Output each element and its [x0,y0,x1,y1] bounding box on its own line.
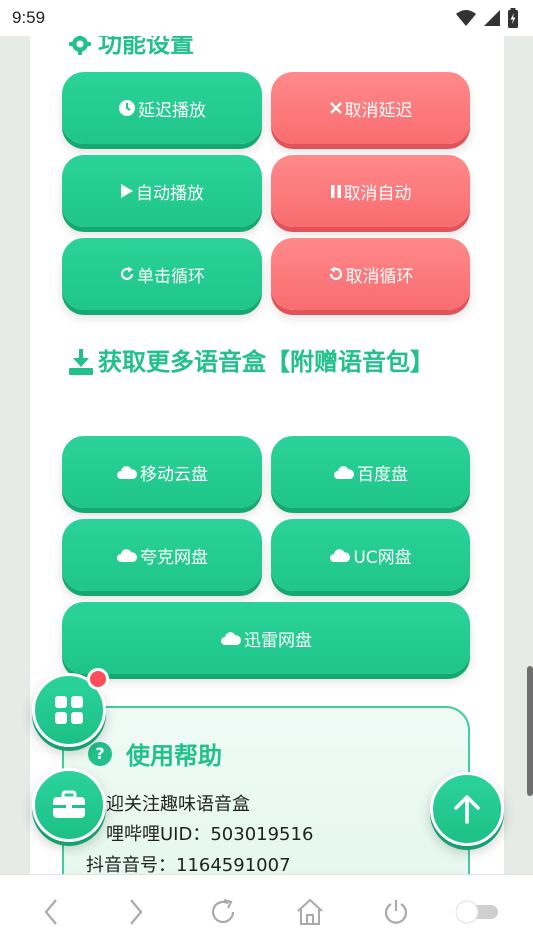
toggle-switch[interactable] [452,895,502,929]
auto-play-button[interactable]: 自动播放 [62,155,262,227]
baidu-pan-button[interactable]: 百度盘 [271,436,470,508]
xunlei-pan-button[interactable]: 迅雷网盘 [62,602,470,674]
status-bar: 9:59 [0,0,533,36]
chevron-right-icon [130,899,143,925]
page-content: 功能设置 延迟播放 取消延迟 自动播放 取消自动 单击循环 取消循环 获取更多语… [0,36,533,874]
refresh-icon [211,898,235,924]
question-icon: ? [88,741,112,766]
mobile-cloud-button[interactable]: 移动云盘 [62,436,262,508]
cloud-icon [116,465,138,480]
help-line-welcome: 迎关注趣味语音盒 [106,794,250,815]
toolbox-icon [53,790,85,818]
cancel-delay-button[interactable]: 取消延迟 [271,72,470,144]
grid-icon [55,696,83,724]
toolbox-button[interactable] [32,768,106,842]
close-icon [329,101,343,115]
chevron-left-icon [44,899,57,925]
home-button[interactable] [290,895,330,929]
status-icons [455,8,519,28]
cancel-loop-button[interactable]: 取消循环 [271,238,470,310]
help-line-bilibili: 哩哔哩UID：503019516 [106,824,314,845]
forward-button[interactable] [116,895,156,929]
wifi-icon [456,10,476,26]
pause-icon [330,184,342,199]
notification-badge [87,668,109,690]
signal-icon [484,10,500,26]
quark-pan-button[interactable]: 夸克网盘 [62,519,262,591]
download-section-title: 获取更多语音盒【附赠语音包】 [68,344,448,386]
arrow-up-icon [454,795,480,824]
back-button[interactable] [31,895,71,929]
help-title: ? 使用帮助 [88,736,222,771]
undo-icon [328,266,344,282]
battery-icon [508,8,518,28]
toggle-icon [455,900,498,924]
clock-icon [118,99,136,117]
cancel-auto-button[interactable]: 取消自动 [271,155,470,227]
power-icon [384,900,408,924]
scrollbar[interactable] [527,666,533,796]
scroll-top-button[interactable] [430,772,504,846]
play-icon [120,183,134,199]
browser-navbar [0,874,533,948]
help-box: ? 使用帮助 迎关注趣味语音盒 哩哔哩UID：503019516 抖音音号：11… [62,706,470,874]
uc-pan-button[interactable]: UC网盘 [271,519,470,591]
cloud-icon [333,465,355,480]
refresh-button[interactable] [203,895,243,929]
power-button[interactable] [376,895,416,929]
status-time: 9:59 [12,8,46,27]
redo-icon [119,266,135,282]
cloud-icon [116,548,138,563]
cloud-icon [220,631,242,646]
gear-icon [68,36,98,66]
download-icon [68,348,98,386]
single-loop-button[interactable]: 单击循环 [62,238,262,310]
cloud-icon [329,548,351,563]
home-icon [297,898,323,925]
help-line-douyin: 抖音音号：1164591007 [86,855,291,874]
delay-play-button[interactable]: 延迟播放 [62,72,262,144]
function-section-title: 功能设置 [68,36,194,66]
